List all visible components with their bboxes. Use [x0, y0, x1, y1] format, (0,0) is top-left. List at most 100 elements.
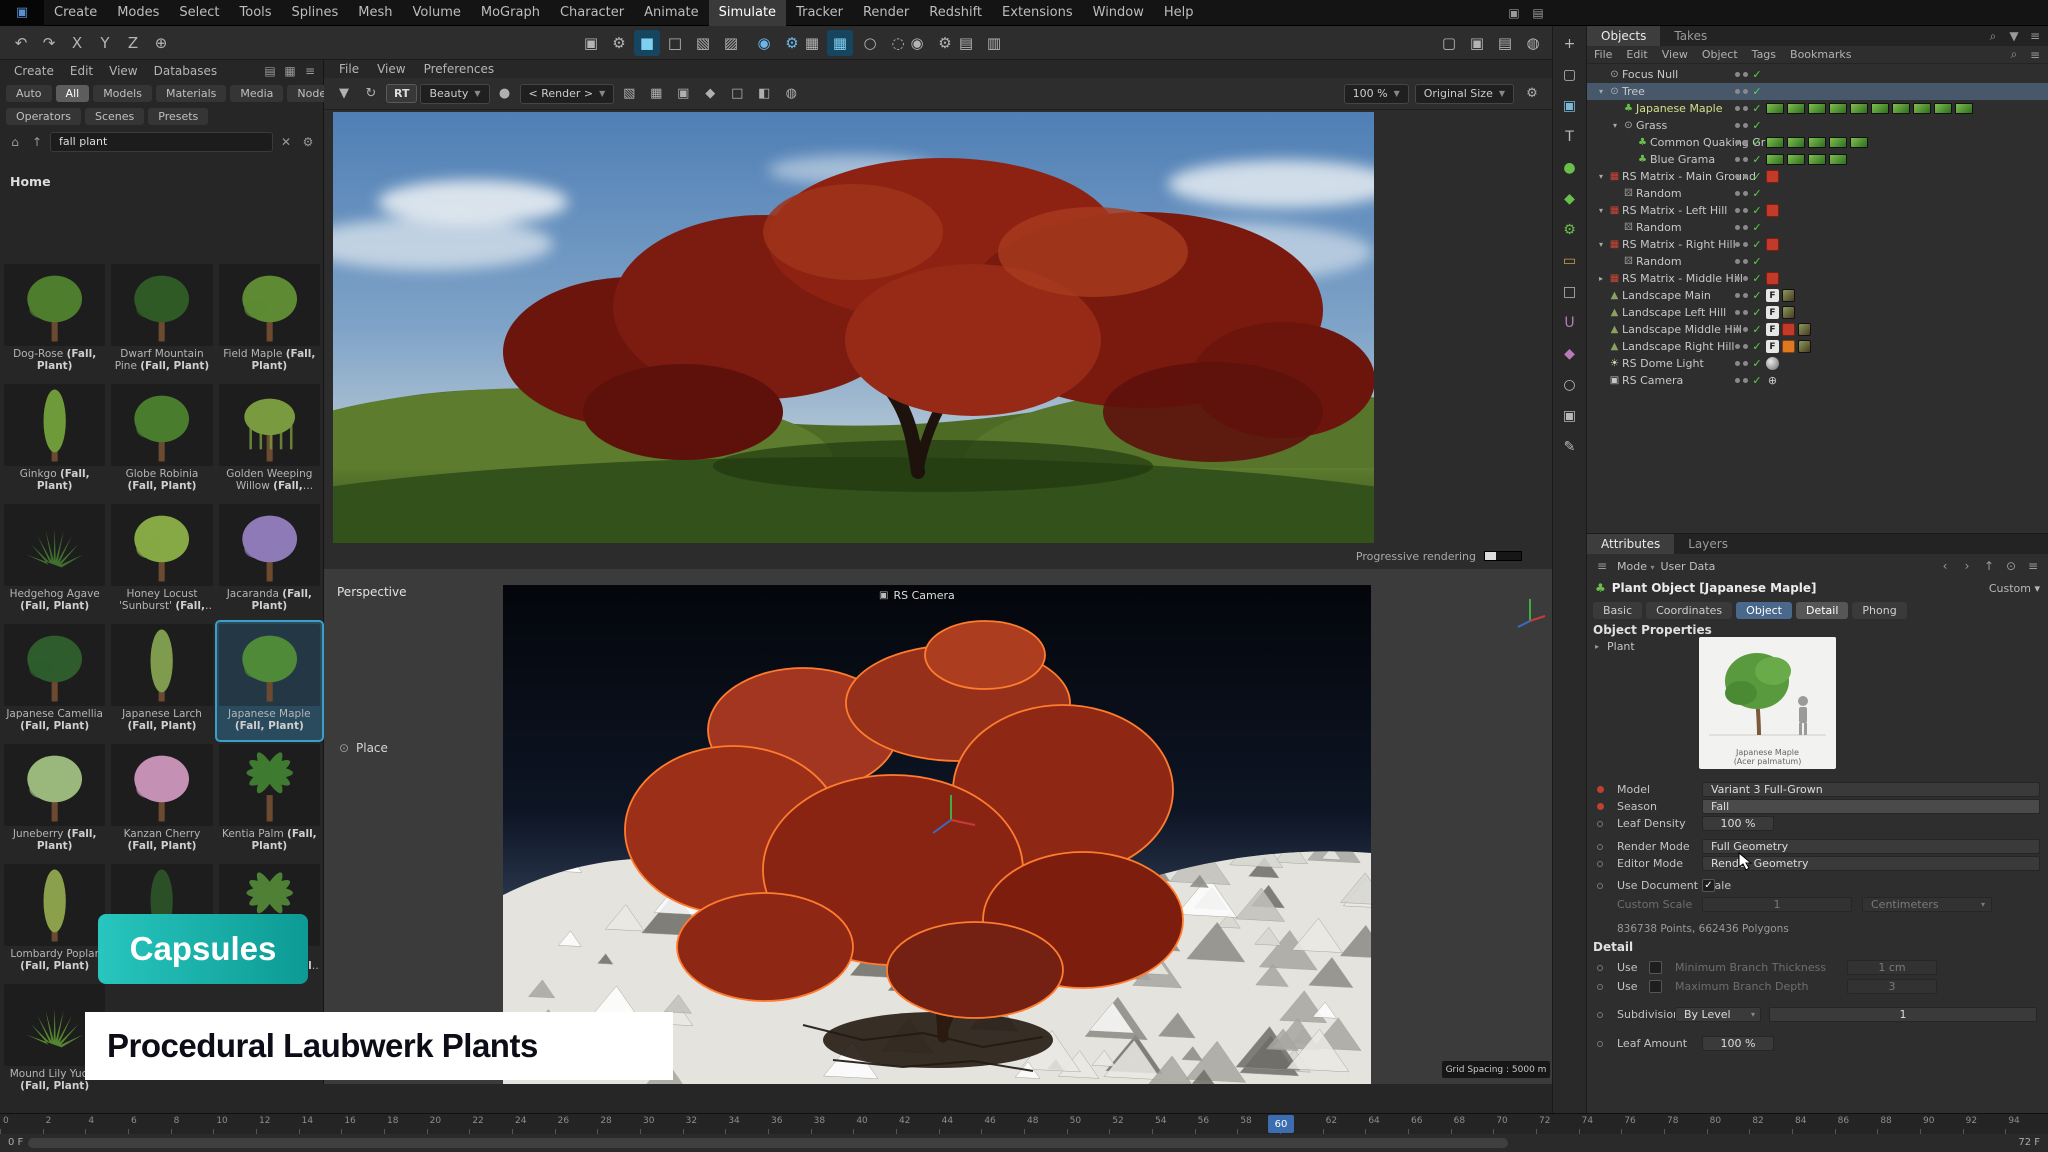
- material-swatch[interactable]: [1808, 137, 1826, 148]
- asset-item-lombardy-poplar[interactable]: Lombardy Poplar (Fall, Plant): [2, 862, 107, 980]
- menu-redshift[interactable]: Redshift: [919, 0, 992, 26]
- enabled-check-icon[interactable]: ✓: [1751, 238, 1763, 251]
- filter-icon[interactable]: ▼: [2005, 27, 2023, 45]
- enabled-check-icon[interactable]: ✓: [1751, 306, 1763, 319]
- enabled-check-icon[interactable]: ✓: [1751, 272, 1763, 285]
- layout-dual-icon[interactable]: ▣: [1464, 30, 1490, 56]
- mat-tag-icon[interactable]: [1798, 323, 1811, 336]
- visibility-dot-editor[interactable]: [1735, 378, 1740, 383]
- visibility-dot-render[interactable]: [1743, 106, 1748, 111]
- keyframe-dot[interactable]: [1597, 821, 1603, 827]
- render-image[interactable]: [333, 112, 1374, 543]
- workplane-icon[interactable]: ▧: [690, 30, 716, 56]
- menu-extensions[interactable]: Extensions: [992, 0, 1083, 26]
- f-tag-icon[interactable]: F: [1766, 289, 1779, 302]
- visibility-dot-render[interactable]: [1743, 72, 1748, 77]
- menu-character[interactable]: Character: [550, 0, 634, 26]
- visibility-dot-editor[interactable]: [1735, 293, 1740, 298]
- asset-item-japanese-larch[interactable]: Japanese Larch (Fall, Plant): [109, 622, 214, 740]
- param-tab-object[interactable]: Object: [1736, 602, 1792, 619]
- playhead[interactable]: 60: [1268, 1115, 1294, 1133]
- snap-icon[interactable]: ▦: [827, 30, 853, 56]
- render-menu-preferences[interactable]: Preferences: [415, 62, 504, 76]
- enabled-check-icon[interactable]: ✓: [1751, 221, 1763, 234]
- enabled-check-icon[interactable]: ✓: [1751, 170, 1763, 183]
- f-tag-icon[interactable]: F: [1766, 306, 1779, 319]
- object-row-common-quaking-grass[interactable]: ♣Common Quaking Grass✓: [1587, 134, 2048, 151]
- perspective-viewport[interactable]: Perspective ⊙ Place ▣ RS Camera Grid Spa…: [324, 569, 1552, 1084]
- rs-tag-icon[interactable]: [1782, 323, 1795, 336]
- material-swatch[interactable]: [1892, 103, 1910, 114]
- menu-mesh[interactable]: Mesh: [348, 0, 402, 26]
- material-swatch[interactable]: [1850, 137, 1868, 148]
- model-dropdown[interactable]: Variant 3 Full-Grown: [1702, 782, 2040, 797]
- search-icon[interactable]: ⌕: [1984, 27, 2002, 45]
- max-branch-checkbox[interactable]: [1649, 980, 1662, 993]
- object-row-landscape-middle-hill[interactable]: ▲Landscape Middle Hill✓F: [1587, 321, 2048, 338]
- camera-tool-icon[interactable]: ▣: [1557, 403, 1583, 429]
- viewport-canvas[interactable]: [503, 585, 1371, 1084]
- custom-scale-field[interactable]: 1: [1702, 897, 1852, 912]
- asset-menu-create[interactable]: Create: [6, 64, 62, 78]
- region-render-icon[interactable]: □: [725, 82, 749, 106]
- expander-icon[interactable]: ▾: [1595, 172, 1607, 181]
- pass-dropdown[interactable]: Beauty▼: [420, 84, 489, 104]
- menu-volume[interactable]: Volume: [403, 0, 471, 26]
- visibility-dot-editor[interactable]: [1735, 242, 1740, 247]
- tab-layers[interactable]: Layers: [1674, 534, 1742, 554]
- visibility-dot-render[interactable]: [1743, 123, 1748, 128]
- visibility-dot-render[interactable]: [1743, 310, 1748, 315]
- viewport-name-menu[interactable]: Perspective: [337, 585, 407, 599]
- clear-search-icon[interactable]: ✕: [277, 133, 295, 151]
- menu-create[interactable]: Create: [44, 0, 107, 26]
- home-icon[interactable]: ⌂: [6, 133, 24, 151]
- asset-item-japanese-camellia[interactable]: Japanese Camellia (Fall, Plant): [2, 622, 107, 740]
- pv-icon[interactable]: ◍: [779, 82, 803, 106]
- keyframe-dot[interactable]: [1597, 1041, 1603, 1047]
- asset-item-jacaranda[interactable]: Jacaranda (Fall, Plant): [217, 502, 322, 620]
- visibility-dot-render[interactable]: [1743, 174, 1748, 179]
- visibility-dot-editor[interactable]: [1735, 276, 1740, 281]
- expander-icon[interactable]: ▾: [1595, 240, 1607, 249]
- visibility-dot-render[interactable]: [1743, 242, 1748, 247]
- asset-item-field-maple[interactable]: Field Maple (Fall, Plant): [217, 262, 322, 380]
- filter-media[interactable]: Media: [230, 85, 283, 102]
- enabled-check-icon[interactable]: ✓: [1751, 289, 1763, 302]
- visibility-dot-editor[interactable]: [1735, 89, 1740, 94]
- visibility-dot-render[interactable]: [1743, 327, 1748, 332]
- min-branch-checkbox[interactable]: [1649, 961, 1662, 974]
- asset-menu-edit[interactable]: Edit: [62, 64, 101, 78]
- tab-attributes[interactable]: Attributes: [1587, 534, 1674, 554]
- visibility-dot-editor[interactable]: [1735, 106, 1740, 111]
- axis-icon[interactable]: ◆: [1557, 341, 1583, 367]
- keyframe-dot[interactable]: [1597, 803, 1604, 810]
- enabled-check-icon[interactable]: ✓: [1751, 68, 1763, 81]
- material-swatch[interactable]: [1787, 103, 1805, 114]
- app-logo-icon[interactable]: ▣: [0, 0, 44, 26]
- visibility-dot-editor[interactable]: [1735, 157, 1740, 162]
- leaf-amount-field[interactable]: 100 %: [1702, 1036, 1774, 1051]
- filter-models[interactable]: Models: [93, 85, 152, 102]
- asset-item-kentia-palm[interactable]: Kentia Palm (Fall, Plant): [217, 742, 322, 860]
- asset-item-honey-locust-sunburst[interactable]: Honey Locust 'Sunburst' (Fall, Plant): [109, 502, 214, 620]
- season-dropdown[interactable]: Fall: [1702, 799, 2040, 814]
- material-swatch[interactable]: [1850, 103, 1868, 114]
- f-tag-icon[interactable]: F: [1766, 323, 1779, 336]
- filter-all[interactable]: All: [56, 85, 90, 102]
- enabled-check-icon[interactable]: ✓: [1751, 323, 1763, 336]
- range-slider[interactable]: [28, 1138, 1508, 1148]
- globe-icon[interactable]: ◍: [1520, 30, 1546, 56]
- object-row-japanese-maple[interactable]: ♣Japanese Maple✓: [1587, 100, 2048, 117]
- sphere-primitive-icon[interactable]: ●: [1557, 155, 1583, 181]
- custom-scale-unit-dropdown[interactable]: Centimeters▾: [1862, 897, 1992, 912]
- asset-item-japanese-maple[interactable]: Japanese Maple (Fall, Plant): [217, 622, 322, 740]
- visibility-dot-editor[interactable]: [1735, 208, 1740, 213]
- material-swatch[interactable]: [1934, 103, 1952, 114]
- rs-tag-icon[interactable]: [1766, 170, 1779, 183]
- menu-render[interactable]: Render: [853, 0, 919, 26]
- om-menu-file[interactable]: File: [1587, 48, 1619, 61]
- enabled-check-icon[interactable]: ✓: [1751, 357, 1763, 370]
- view-axis-gizmo[interactable]: [1512, 593, 1548, 633]
- visibility-dot-editor[interactable]: [1735, 174, 1740, 179]
- visibility-dot-render[interactable]: [1743, 225, 1748, 230]
